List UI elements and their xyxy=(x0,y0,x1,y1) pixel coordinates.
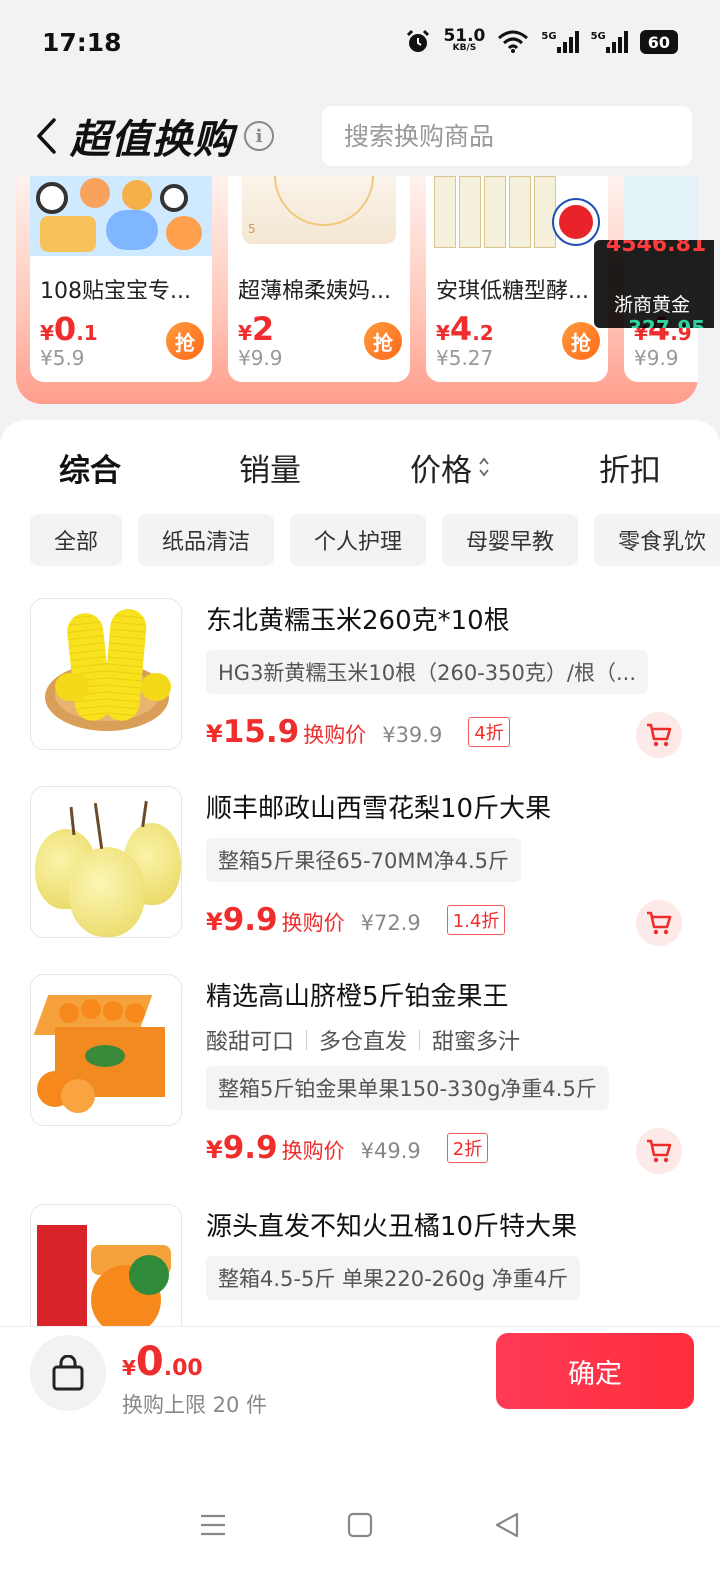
product-title: 东北黄糯玉米260克*10根 xyxy=(206,606,510,636)
product-title: 精选高山脐橙5斤铂金果王 xyxy=(206,982,509,1012)
search-box[interactable] xyxy=(322,106,692,166)
promo-price: ¥4.2 xyxy=(436,310,494,348)
discount-badge: 1.4折 xyxy=(446,905,506,935)
product-spec: 整箱5斤果径65-70MM净4.5斤 xyxy=(206,838,522,882)
ticker-value-bottom: 327.95 xyxy=(628,316,706,328)
promo-image-stickers xyxy=(30,176,212,256)
add-to-cart-button[interactable] xyxy=(636,1128,682,1174)
product-price: 9.9 xyxy=(222,902,278,938)
product-price-row: ¥ 15.9 换购价 ¥39.9 4折 xyxy=(206,714,510,750)
bottom-bar: ¥0.00 换购上限 20 件 确定 xyxy=(0,1326,720,1584)
back-nav-icon[interactable] xyxy=(493,1511,521,1539)
add-to-cart-button[interactable] xyxy=(636,900,682,946)
shopping-bag-icon xyxy=(52,1355,84,1391)
search-input[interactable] xyxy=(344,121,670,151)
product-image-orange xyxy=(30,974,182,1126)
tab-comprehensive[interactable]: 综合 xyxy=(0,442,180,492)
category-chip[interactable]: 纸品清洁 xyxy=(138,514,275,566)
promo-original-price: ¥9.9 xyxy=(634,346,679,370)
product-item[interactable]: 精选高山脐橙5斤铂金果王 酸甜可口 多仓直发 甜蜜多汁 整箱5斤铂金果单果150… xyxy=(0,972,720,1202)
product-tag: 酸甜可口 xyxy=(206,1030,295,1055)
product-spec: 整箱4.5-5斤 单果220-260g 净重4斤 xyxy=(206,1256,581,1300)
discount-badge: 2折 xyxy=(446,1133,489,1163)
signal-icon-1: 5G xyxy=(541,31,579,53)
product-item[interactable]: 源头直发不知火丑橘10斤特大果 整箱4.5-5斤 单果220-260g 净重4斤 xyxy=(0,1202,720,1328)
product-image-tangerine xyxy=(30,1204,182,1328)
promo-price: ¥0.1 xyxy=(40,310,98,348)
product-original-price: ¥39.9 xyxy=(382,723,443,747)
cart-icon xyxy=(647,1139,672,1163)
grab-button[interactable]: 抢 xyxy=(166,322,204,360)
promo-name: 108贴宝宝专... xyxy=(40,279,191,304)
promo-price: ¥2 xyxy=(238,310,275,348)
back-icon[interactable] xyxy=(28,111,64,161)
promo-name: 安琪低糖型酵... xyxy=(436,279,589,304)
product-image-pear xyxy=(30,786,182,938)
promo-card[interactable]: 安琪低糖型酵... ¥4.2 ¥5.27 抢 xyxy=(426,176,608,382)
product-price: 9.9 xyxy=(222,1130,278,1166)
alarm-icon xyxy=(407,29,430,52)
promo-original-price: ¥9.9 xyxy=(238,346,283,370)
info-icon[interactable]: i xyxy=(244,121,274,151)
system-nav-bar xyxy=(0,1485,720,1565)
header: 超值换购 i xyxy=(0,96,720,176)
signal-icon-2: 5G xyxy=(591,31,628,53)
promo-card[interactable]: 108贴宝宝专... ¥0.1 ¥5.9 抢 xyxy=(30,176,212,382)
product-price: 15.9 xyxy=(222,714,300,750)
product-spec: 整箱5斤铂金果单果150-330g净重4.5斤 xyxy=(206,1066,609,1110)
product-tag: 多仓直发 xyxy=(319,1030,408,1055)
promo-original-price: ¥5.27 xyxy=(436,346,494,370)
battery-icon: 60 xyxy=(639,30,678,54)
product-title: 顺丰邮政山西雪花梨10斤大果 xyxy=(206,794,552,824)
product-image-corn xyxy=(30,598,182,750)
add-to-cart-button[interactable] xyxy=(636,712,682,758)
confirm-button[interactable]: 确定 xyxy=(496,1333,694,1409)
cart-icon xyxy=(647,911,672,935)
discount-badge: 4折 xyxy=(468,717,510,747)
product-original-price: ¥72.9 xyxy=(360,911,421,935)
sort-arrows-icon xyxy=(478,456,490,478)
category-chips: 全部 纸品清洁 个人护理 母婴早教 零食乳饮 xyxy=(30,514,720,566)
product-price-row: ¥ 9.9 换购价 ¥49.9 2折 xyxy=(206,1130,489,1166)
grab-button[interactable]: 抢 xyxy=(562,322,600,360)
category-chip[interactable]: 零食乳饮 xyxy=(594,514,720,566)
tab-discount[interactable]: 折扣 xyxy=(540,442,720,492)
shopping-bag-button[interactable] xyxy=(30,1335,106,1411)
ticker-value-top: 4546.81 xyxy=(606,240,707,257)
product-item[interactable]: 顺丰邮政山西雪花梨10斤大果 整箱5斤果径65-70MM净4.5斤 ¥ 9.9 … xyxy=(0,784,720,972)
product-original-price: ¥49.9 xyxy=(360,1139,421,1163)
promo-image-yeast xyxy=(426,176,608,256)
page-title: 超值换购 xyxy=(70,117,234,163)
category-chip[interactable]: 全部 xyxy=(30,514,123,566)
sort-tabs: 综合 销量 价格 折扣 xyxy=(0,442,720,492)
product-item[interactable]: 东北黄糯玉米260克*10根 HG3新黄糯玉米10根（260-350克）/根（.… xyxy=(0,596,720,784)
product-tag: 甜蜜多汁 xyxy=(432,1030,521,1055)
total-price: ¥0.00 xyxy=(122,1339,203,1385)
tab-price[interactable]: 价格 xyxy=(360,442,540,492)
status-bar: 17:18 51.0 KB/S 5G 5G 60 xyxy=(0,0,720,84)
wifi-icon xyxy=(498,30,529,53)
promo-card[interactable]: 5 超薄棉柔姨妈... ¥2 ¥9.9 抢 xyxy=(228,176,410,382)
status-icons: 51.0 KB/S 5G 5G 60 xyxy=(405,26,678,55)
tab-sales[interactable]: 销量 xyxy=(180,442,360,492)
stock-ticker-overlay[interactable]: 4546.81 浙商黄金 327.95 xyxy=(594,240,714,328)
home-icon[interactable] xyxy=(346,1511,374,1539)
menu-icon[interactable] xyxy=(199,1512,227,1538)
promo-original-price: ¥5.9 xyxy=(40,346,85,370)
promo-image-pads: 5 xyxy=(228,176,410,256)
cart-icon xyxy=(647,723,672,747)
ticker-name: 浙商黄金 xyxy=(614,294,691,316)
product-tags: 酸甜可口 多仓直发 甜蜜多汁 xyxy=(206,1024,520,1056)
category-chip[interactable]: 个人护理 xyxy=(290,514,427,566)
status-time: 17:18 xyxy=(42,27,122,57)
net-speed: 51.0 KB/S xyxy=(443,26,486,54)
product-title: 源头直发不知火丑橘10斤特大果 xyxy=(206,1212,578,1242)
promo-name: 超薄棉柔姨妈... xyxy=(238,279,391,304)
product-spec: HG3新黄糯玉米10根（260-350克）/根（... xyxy=(206,650,648,694)
grab-button[interactable]: 抢 xyxy=(364,322,402,360)
main-panel: 综合 销量 价格 折扣 全部 纸品清洁 个人护理 母婴早教 零食乳饮 东北黄糯玉… xyxy=(0,420,720,1328)
product-price-row: ¥ 9.9 换购价 ¥72.9 1.4折 xyxy=(206,902,506,938)
exchange-limit: 换购上限 20 件 xyxy=(122,1393,268,1417)
category-chip[interactable]: 母婴早教 xyxy=(442,514,579,566)
